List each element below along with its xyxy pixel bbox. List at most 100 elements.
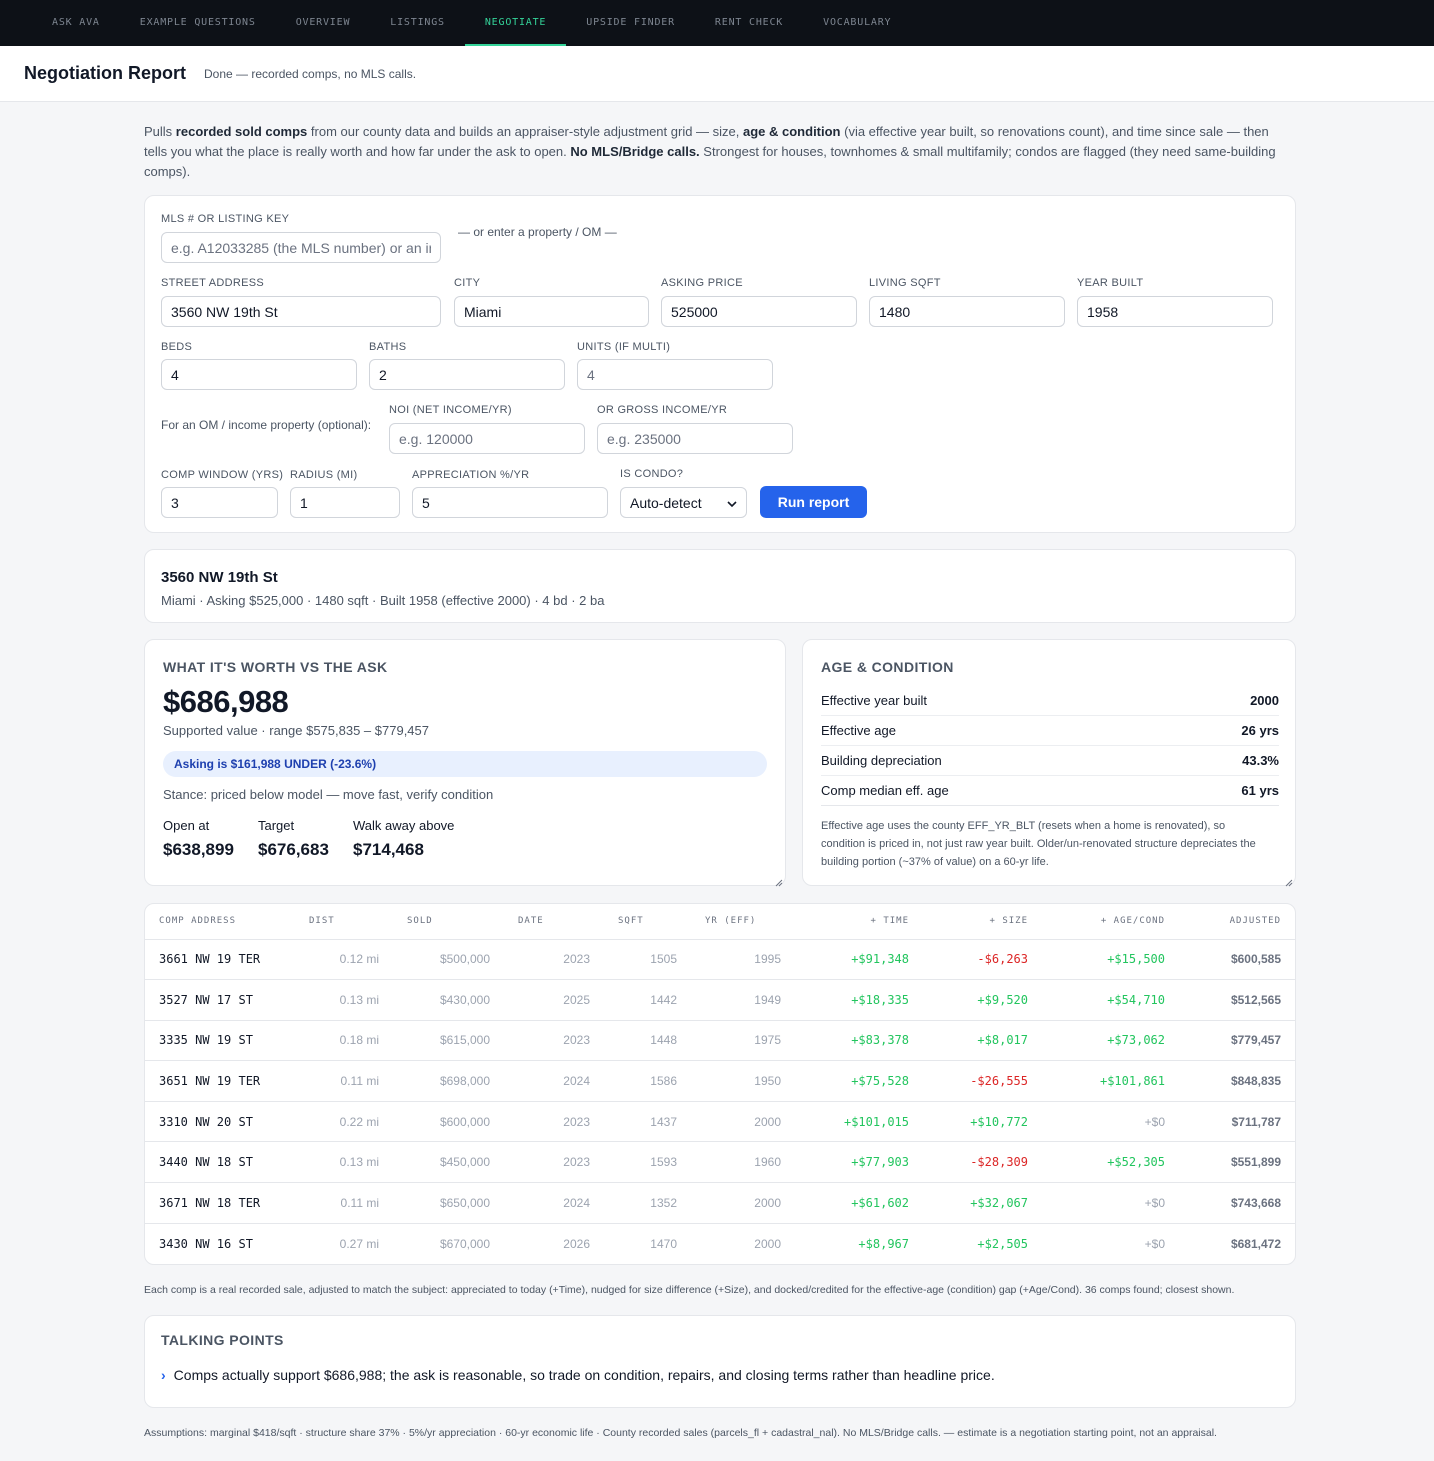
col-sqft: SQFT [604, 904, 691, 940]
asking-input[interactable] [661, 296, 857, 327]
comp-time-adj: +$83,378 [795, 1020, 923, 1062]
appr-input[interactable] [412, 487, 608, 518]
condo-select-value: Auto-detect [630, 494, 702, 511]
comp-address: 3527 NW 17 ST [145, 979, 295, 1021]
comp-sqft: 1442 [604, 979, 691, 1021]
chevron-down-icon [727, 495, 737, 511]
property-summary: 3560 NW 19th St Miami · Asking $525,000 … [144, 549, 1296, 623]
tab-upside-finder[interactable]: UPSIDE FINDER [566, 0, 695, 46]
comp-dist: 0.13 mi [295, 979, 393, 1021]
comp-time-adj: +$91,348 [795, 939, 923, 981]
street-label: STREET ADDRESS [161, 277, 265, 289]
col-age-cond: + AGE/COND [1042, 904, 1179, 940]
comp-sold: $698,000 [393, 1060, 504, 1102]
comp-address: 3335 NW 19 ST [145, 1020, 295, 1062]
comp-dist: 0.11 mi [295, 1182, 393, 1224]
year-input[interactable] [1077, 296, 1273, 327]
beds-label: BEDS [161, 341, 193, 353]
appr-label: APPRECIATION %/YR [412, 469, 530, 481]
run-report-button[interactable]: Run report [760, 486, 867, 518]
report-form: MLS # OR LISTING KEY — or enter a proper… [144, 195, 1296, 533]
comp-yr-eff: 1995 [691, 939, 795, 981]
table-row: 3430 NW 16 ST 0.27 mi $670,000 2026 1470 2000… [145, 1223, 1295, 1264]
resize-grip-icon[interactable] [775, 875, 783, 887]
page-header: Negotiation Report Done — recorded comps… [0, 46, 1434, 102]
comp-sold: $615,000 [393, 1020, 504, 1062]
open-label: Open at [163, 818, 210, 833]
comp-date: 2023 [504, 1141, 604, 1184]
target-value: $676,683 [258, 840, 329, 859]
comp-sold: $430,000 [393, 979, 504, 1021]
comp-date: 2023 [504, 1020, 604, 1062]
baths-input[interactable] [369, 359, 565, 390]
comp-date: 2026 [563, 1236, 590, 1251]
comp-time-adj: +$101,015 [795, 1101, 923, 1143]
table-row: 3671 NW 18 TER 0.11 mi $650,000 2024 1352 200… [145, 1182, 1295, 1224]
city-label: CITY [454, 277, 481, 289]
col-adjusted: ADJUSTED [1179, 904, 1295, 940]
table-header-row: COMP ADDRESS DIST SOLD DATE SQFT YR (EFF… [145, 904, 1295, 940]
comp-dist: 0.13 mi [295, 1141, 393, 1184]
radius-label: RADIUS (MI) [290, 469, 358, 481]
resize-grip-icon[interactable] [1285, 875, 1293, 887]
age-row: Effective year built 2000 [821, 686, 1279, 716]
comp-sqft: 1352 [604, 1182, 691, 1224]
comp-size-adj: -$28,309 [923, 1141, 1042, 1184]
units-input[interactable] [577, 359, 773, 390]
sqft-label: LIVING SQFT [869, 277, 941, 289]
tab-listings[interactable]: LISTINGS [370, 0, 465, 46]
comp-yr-eff: 1949 [691, 979, 795, 1021]
sqft-input[interactable] [869, 296, 1065, 327]
comp-adjusted: $743,668 [1179, 1182, 1295, 1224]
comp-size-adj: -$6,263 [923, 939, 1042, 981]
comp-age-adj: +$52,305 [1042, 1141, 1179, 1184]
comp-address: 3671 NW 18 TER [145, 1182, 295, 1224]
beds-input[interactable] [161, 359, 357, 390]
comp-size-adj: +$9,520 [923, 979, 1042, 1021]
comp-time-adj: +$77,903 [795, 1141, 923, 1184]
age-row-value: 2000 [1250, 693, 1279, 708]
age-condition-card: AGE & CONDITION Effective year built 2000… [802, 639, 1296, 887]
age-row: Effective age 26 yrs [821, 716, 1279, 746]
comp-adjusted: $600,585 [1179, 939, 1295, 981]
walk-value: $714,468 [353, 840, 424, 859]
comp-sold: $650,000 [393, 1182, 504, 1224]
tab-ask-ava[interactable]: ASK AVA [32, 0, 120, 46]
units-label: UNITS (IF MULTI) [577, 341, 671, 353]
noi-input[interactable] [389, 423, 585, 454]
tab-rent-check[interactable]: RENT CHECK [695, 0, 803, 46]
tab-overview[interactable]: OVERVIEW [276, 0, 371, 46]
comp-adjusted: $681,472 [1230, 1236, 1281, 1251]
age-row-value: 61 yrs [1241, 783, 1279, 798]
intro-part: from our county data and builds an appra… [307, 124, 743, 139]
mls-input[interactable] [161, 232, 441, 263]
walk-label: Walk away above [353, 818, 455, 833]
tab-negotiate[interactable]: NEGOTIATE [464, 0, 567, 46]
age-row: Building depreciation 43.3% [821, 746, 1279, 776]
age-title: AGE & CONDITION [821, 659, 954, 675]
window-input[interactable] [161, 487, 278, 518]
comp-date: 2024 [504, 1060, 604, 1102]
comp-dist: 0.27 mi [339, 1236, 379, 1251]
intro-bold: No MLS/Bridge calls. [570, 144, 700, 159]
col-dist: DIST [295, 904, 393, 940]
street-input[interactable] [161, 296, 441, 327]
comp-sqft: 1505 [604, 939, 691, 981]
city-input[interactable] [454, 296, 649, 327]
supported-value: $686,988 [163, 684, 289, 719]
comp-age-adj: +$101,861 [1042, 1060, 1179, 1102]
comp-sqft: 1586 [604, 1060, 691, 1102]
age-row-label: Comp median eff. age [821, 783, 949, 798]
value-range: Supported value · range $575,835 – $779,… [163, 723, 429, 738]
tab-example-questions[interactable]: EXAMPLE QUESTIONS [120, 0, 276, 46]
comp-sqft: 1470 [650, 1236, 677, 1251]
table-row: 3310 NW 20 ST 0.22 mi $600,000 2023 1437 2000… [145, 1101, 1295, 1143]
col-date: DATE [504, 904, 604, 940]
gross-input[interactable] [597, 423, 793, 454]
tab-vocabulary[interactable]: VOCABULARY [803, 0, 911, 46]
radius-input[interactable] [290, 487, 400, 518]
window-label: COMP WINDOW (YRS) [161, 469, 284, 481]
open-value: $638,899 [163, 840, 234, 859]
condo-select[interactable]: Auto-detect [620, 487, 747, 518]
talking-points-card: TALKING POINTS › Comps actually support $… [144, 1315, 1296, 1408]
